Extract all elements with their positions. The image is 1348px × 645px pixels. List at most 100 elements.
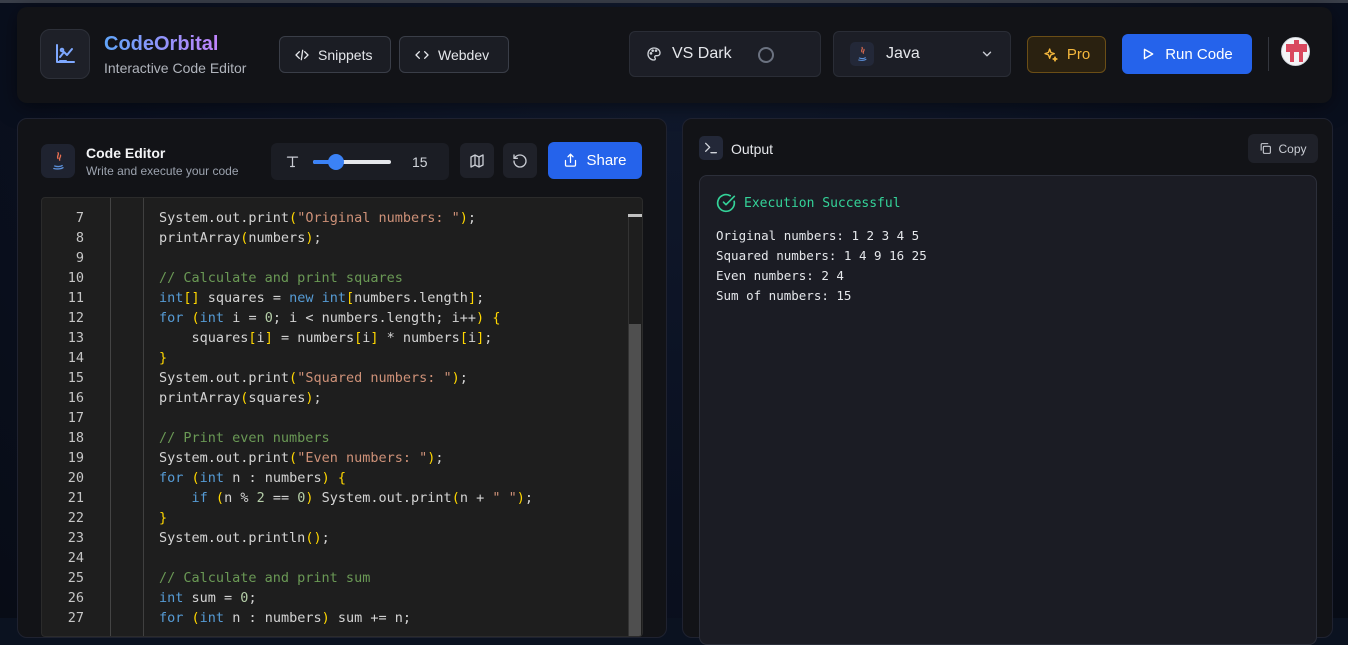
language-label: Java	[886, 45, 920, 62]
pro-label: Pro	[1066, 46, 1091, 63]
code-editor-panel: Code Editor Write and execute your code …	[17, 118, 667, 638]
webdev-button[interactable]: Webdev	[399, 36, 509, 73]
share-icon	[565, 153, 577, 167]
reset-button[interactable]	[503, 143, 537, 178]
code-line[interactable]: 11 int[] squares = new int[numbers.length…	[42, 288, 622, 308]
code-line[interactable]: 20 for (int n : numbers) {	[42, 468, 622, 488]
code-editor[interactable]: 7 System.out.print("Original numbers: ");…	[41, 197, 643, 637]
code-line[interactable]: 27 for (int n : numbers) sum += n;	[42, 608, 622, 628]
code-line[interactable]: 12 for (int i = 0; i < numbers.length; i+…	[42, 308, 622, 328]
output-title: Output	[731, 141, 774, 157]
code-text: printArray(squares);	[159, 390, 322, 406]
rotate-ccw-icon	[513, 153, 527, 168]
output-panel: Output Copy Execution Successful Origina…	[682, 118, 1333, 645]
output-line: Original numbers: 1 2 3 4 5	[716, 228, 920, 243]
code-text: System.out.print("Squared numbers: ");	[159, 370, 468, 386]
line-number: 7	[75, 210, 84, 226]
run-code-button[interactable]: Run Code	[1122, 34, 1252, 74]
code-text: // Calculate and print squares	[159, 270, 403, 286]
theme-label: VS Dark	[672, 45, 732, 62]
editor-scrollbar[interactable]	[628, 214, 642, 636]
editor-title: Code Editor	[86, 145, 166, 161]
theme-selector[interactable]: VS Dark	[629, 31, 821, 77]
code-icon	[295, 49, 309, 60]
palette-icon	[647, 47, 661, 61]
line-number: 14	[67, 350, 84, 366]
line-number: 23	[67, 530, 84, 546]
line-number: 25	[67, 570, 84, 586]
java-icon	[41, 144, 75, 178]
line-number: 21	[67, 490, 84, 506]
snippets-label: Snippets	[318, 46, 373, 63]
avatar[interactable]	[1281, 37, 1310, 66]
code-line[interactable]: 18 // Print even numbers	[42, 428, 622, 448]
font-size-slider-thumb[interactable]	[328, 154, 345, 170]
code-line[interactable]: 24	[42, 548, 622, 568]
copy-button[interactable]: Copy	[1248, 134, 1318, 163]
app-header: CodeOrbital Interactive Code Editor Snip…	[17, 7, 1332, 103]
code-line[interactable]: 16 printArray(squares);	[42, 388, 622, 408]
code-line[interactable]: 13 squares[i] = numbers[i] * numbers[i];	[42, 328, 622, 348]
code-text: printArray(numbers);	[159, 230, 322, 246]
chevron-down-icon	[982, 51, 992, 57]
code-line[interactable]: 21 if (n % 2 == 0) System.out.print(n + …	[42, 488, 622, 508]
execution-status: Execution Successful	[716, 193, 901, 213]
code-line[interactable]: 10 // Calculate and print squares	[42, 268, 622, 288]
code-text: for (int i = 0; i < numbers.length; i++)…	[159, 310, 501, 326]
terminal-icon	[699, 136, 723, 160]
chart-icon	[56, 44, 75, 63]
line-number: 15	[67, 370, 84, 386]
copy-icon	[1261, 143, 1272, 154]
header-divider	[1268, 37, 1269, 71]
line-number: 16	[67, 390, 84, 406]
text-size-icon	[286, 156, 299, 168]
minimap-button[interactable]	[460, 143, 494, 178]
code-line[interactable]: 14}	[42, 348, 622, 368]
line-number: 17	[67, 410, 84, 426]
code-text: System.out.print("Even numbers: ");	[159, 450, 444, 466]
line-number: 18	[67, 430, 84, 446]
code-line[interactable]: 25 // Calculate and print sum	[42, 568, 622, 588]
code-text: System.out.println();	[159, 530, 330, 546]
code-text: // Print even numbers	[159, 430, 330, 446]
code-text: System.out.print("Original numbers: ");	[159, 210, 477, 226]
app-logo	[40, 29, 90, 79]
line-number: 26	[67, 590, 84, 606]
code-text: for (int n : numbers) sum += n;	[159, 610, 412, 626]
line-number: 20	[67, 470, 84, 486]
code-line[interactable]: 22}	[42, 508, 622, 528]
copy-label: Copy	[1278, 141, 1307, 156]
editor-subtitle: Write and execute your code	[86, 164, 239, 178]
line-number: 9	[75, 250, 84, 266]
font-size-value: 15	[412, 154, 428, 170]
snippets-button[interactable]: Snippets	[279, 36, 391, 73]
editor-scrollbar-thumb[interactable]	[629, 324, 641, 636]
code-line[interactable]: 19 System.out.print("Even numbers: ");	[42, 448, 622, 468]
font-size-slider[interactable]	[313, 154, 391, 170]
code-line[interactable]: 8 printArray(numbers);	[42, 228, 622, 248]
code-line[interactable]: 26 int sum = 0;	[42, 588, 622, 608]
share-button[interactable]: Share	[548, 142, 642, 179]
code-text: for (int n : numbers) {	[159, 470, 347, 486]
java-icon	[850, 42, 874, 66]
code-line[interactable]: 17	[42, 408, 622, 428]
code-line[interactable]: 15 System.out.print("Squared numbers: ");	[42, 368, 622, 388]
check-circle-icon	[716, 193, 736, 213]
theme-toggle-icon[interactable]	[758, 47, 774, 63]
code-line[interactable]: 9	[42, 248, 622, 268]
webdev-label: Webdev	[438, 46, 490, 63]
pro-button[interactable]: Pro	[1027, 36, 1106, 73]
execution-status-label: Execution Successful	[744, 195, 901, 211]
line-number: 24	[67, 550, 84, 566]
output-console: Execution Successful Original numbers: 1…	[699, 175, 1317, 645]
scrollbar-indicator	[628, 214, 642, 217]
code-line[interactable]: 7 System.out.print("Original numbers: ");	[42, 208, 622, 228]
language-selector[interactable]: Java	[833, 31, 1011, 77]
brand-subtitle: Interactive Code Editor	[104, 60, 247, 76]
line-number: 13	[67, 330, 84, 346]
code-text: int[] squares = new int[numbers.length];	[159, 290, 485, 306]
code-text: squares[i] = numbers[i] * numbers[i];	[159, 330, 493, 346]
line-number: 8	[75, 230, 84, 246]
run-code-label: Run Code	[1165, 45, 1233, 63]
code-line[interactable]: 23 System.out.println();	[42, 528, 622, 548]
